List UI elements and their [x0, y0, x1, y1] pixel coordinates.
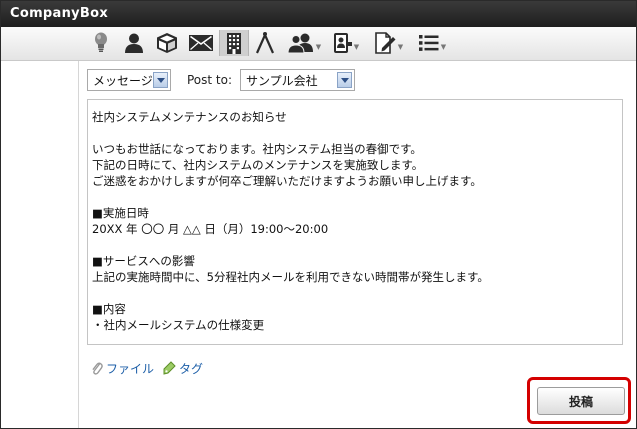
post-to-label: Post to:: [187, 73, 233, 87]
body-line: 下記の日時にて、社内システムのメンテナンスを実施致します。: [92, 158, 424, 172]
list-icon[interactable]: ▼: [413, 30, 451, 56]
building-icon[interactable]: [219, 30, 249, 56]
chevron-down-icon: ▼: [440, 43, 447, 51]
attach-file-label: ファイル: [106, 361, 155, 376]
add-tag-link[interactable]: タグ: [162, 360, 203, 377]
chevron-down-icon: [337, 72, 353, 88]
body-line: [92, 125, 618, 141]
toolbar: ▼ ▼ ▼ ▼: [1, 27, 636, 61]
body-line: [92, 237, 618, 253]
document-edit-icon[interactable]: ▼: [369, 30, 407, 56]
body-line: ■実施日時: [92, 206, 149, 220]
body-line: 社内システムメンテナンスのお知らせ: [92, 110, 287, 124]
compose-header: メッセージ Post to: サンプル会社: [87, 67, 356, 93]
body-line: ■内容: [92, 302, 126, 316]
body-line: ・社内メールシステムの仕様変更: [92, 318, 265, 332]
lightbulb-icon[interactable]: [91, 30, 111, 56]
message-body-textarea[interactable]: 社内システムメンテナンスのお知らせ いつもお世話になっております。社内システム担…: [87, 99, 623, 345]
body-line: 上記の実施時間中に、5分程社内メールを利用できない時間帯が発生します。: [92, 270, 489, 284]
body-line: 20XX 年 〇〇 月 △△ 日（月）19:00～20:00: [92, 222, 329, 236]
mail-icon[interactable]: [187, 30, 215, 56]
post-button[interactable]: 投稿: [537, 387, 625, 415]
contact-card-icon[interactable]: ▼: [329, 30, 361, 56]
app-title: CompanyBox: [1, 1, 636, 27]
app-window: CompanyBox ▼ ▼ ▼ ▼ メッセージ Post to: サンプル会社…: [0, 0, 637, 429]
group-icon[interactable]: ▼: [285, 30, 323, 56]
chevron-down-icon: ▼: [397, 43, 404, 51]
body-line: いつもお世話になっております。社内システム担当の春御です。: [92, 142, 422, 156]
chevron-down-icon: ▼: [353, 43, 360, 51]
body-line: ご迷惑をおかけしますが何卒ご理解いただけますようお願い申し上げます。: [92, 174, 482, 188]
attachment-links: ファイル タグ: [91, 359, 211, 377]
attach-file-link[interactable]: ファイル: [91, 360, 154, 377]
message-type-select[interactable]: メッセージ: [87, 69, 171, 91]
left-panel: [1, 61, 79, 428]
box-icon[interactable]: [153, 30, 181, 56]
add-tag-label: タグ: [179, 361, 204, 376]
user-icon[interactable]: [121, 30, 147, 56]
body-line: [92, 189, 618, 205]
message-type-value: メッセージ: [93, 73, 153, 88]
compass-icon[interactable]: [253, 30, 277, 56]
body-line: ■サービスへの影響: [92, 254, 195, 268]
recipient-select[interactable]: サンプル会社: [240, 69, 356, 91]
recipient-value: サンプル会社: [246, 73, 318, 88]
body-line: [92, 285, 618, 301]
paperclip-icon: [92, 362, 103, 375]
tag-icon: [163, 361, 176, 375]
chevron-down-icon: ▼: [315, 43, 322, 51]
chevron-down-icon: [153, 72, 168, 88]
